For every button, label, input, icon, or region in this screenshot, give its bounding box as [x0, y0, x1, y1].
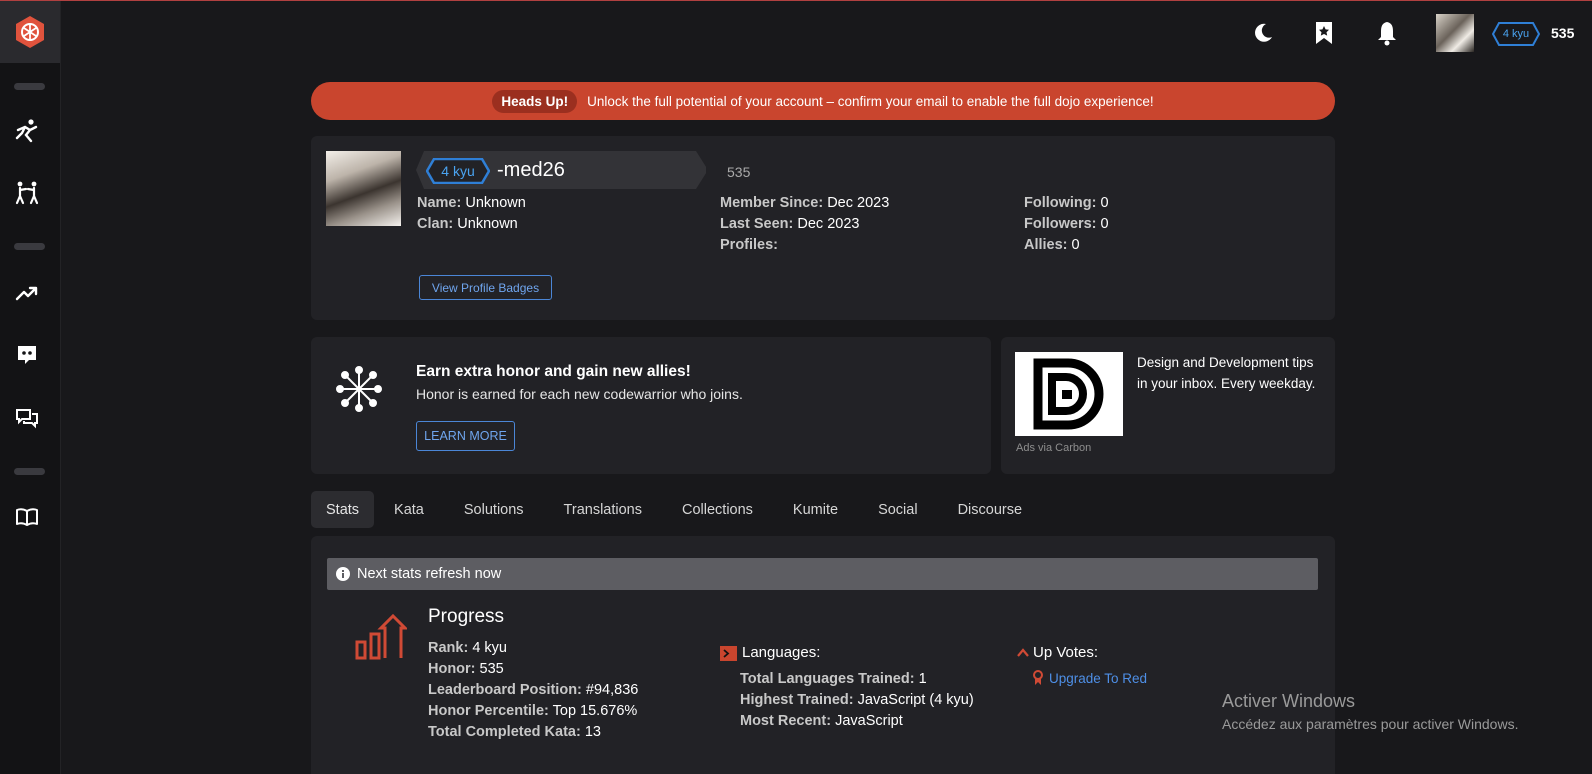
leaderboard-label: Leaderboard Position: — [428, 682, 582, 698]
profile-rank-badge: 4 kyu — [426, 158, 490, 184]
profile-card: 4 kyu -med26 535 Name: Unknown Clan: Unk… — [311, 136, 1335, 320]
tab-collections[interactable]: Collections — [662, 491, 773, 528]
progress-title: Progress — [428, 606, 505, 627]
allies-value: 0 — [1071, 237, 1080, 253]
codewars-logo[interactable] — [0, 1, 60, 63]
tab-translations[interactable]: Translations — [544, 491, 662, 528]
languages-title: Languages: — [742, 644, 821, 661]
percentile-label: Honor Percentile: — [428, 703, 549, 719]
discussions-icon[interactable] — [13, 405, 41, 433]
languages-details: Total Languages Trained: 1 Highest Train… — [740, 669, 974, 732]
promo-subtitle: Honor is earned for each new codewarrior… — [416, 386, 743, 402]
carbon-ad-card: Design and Development tips in your inbo… — [1001, 337, 1335, 474]
followers-label: Followers: — [1024, 216, 1097, 232]
completed-kata-value: 13 — [584, 724, 601, 740]
ribbon-icon — [1033, 670, 1043, 685]
leaderboard-value: #94,836 — [585, 682, 639, 698]
leaderboard-icon[interactable] — [13, 279, 41, 307]
bell-icon[interactable] — [1373, 17, 1401, 49]
profile-honor: 535 — [727, 164, 751, 180]
referral-promo-card: Earn extra honor and gain new allies! Ho… — [311, 337, 991, 474]
view-profile-badges-button[interactable]: View Profile Badges — [419, 275, 552, 300]
profile-rank-label: 4 kyu — [441, 163, 475, 179]
tab-kumite[interactable]: Kumite — [773, 491, 858, 528]
upgrade-to-red-link[interactable]: Upgrade To Red — [1049, 671, 1147, 686]
promo-title: Earn extra honor and gain new allies! — [416, 363, 691, 380]
top-accent-line — [0, 0, 1592, 1]
network-icon — [336, 366, 382, 412]
email-confirm-banner: Heads Up! Unlock the full potential of y… — [311, 82, 1335, 120]
highest-trained-label: Highest Trained: — [740, 692, 854, 708]
heads-up-tag: Heads Up! — [492, 89, 578, 113]
clan-label: Clan: — [417, 216, 454, 232]
highest-trained-value: JavaScript (4 kyu) — [857, 692, 974, 708]
profile-avatar — [326, 151, 401, 226]
banner-message: Unlock the full potential of your accoun… — [587, 93, 1154, 109]
sidebar-divider — [14, 83, 45, 90]
profile-info-col1: Name: Unknown Clan: Unknown — [417, 193, 526, 235]
windows-watermark-subtitle: Accédez aux paramètres pour activer Wind… — [1222, 716, 1519, 732]
info-icon — [336, 567, 350, 581]
discord-icon[interactable] — [13, 341, 41, 369]
tab-solutions[interactable]: Solutions — [444, 491, 544, 528]
member-since-label: Member Since: — [720, 195, 824, 211]
profile-info-col2: Member Since: Dec 2023 Last Seen: Dec 20… — [720, 193, 889, 256]
logo-icon — [16, 16, 44, 48]
top-rank-label: 4 kyu — [1502, 28, 1530, 40]
languages-trained-value: 1 — [918, 671, 927, 687]
allies-label: Allies: — [1024, 237, 1068, 253]
bookmark-icon[interactable] — [1310, 17, 1338, 49]
learn-more-button[interactable]: LEARN MORE — [416, 421, 515, 451]
last-seen-label: Last Seen: — [720, 216, 794, 232]
profiles-label: Profiles: — [720, 237, 779, 253]
tab-social[interactable]: Social — [858, 491, 938, 528]
sidebar-divider — [14, 243, 45, 250]
tab-stats[interactable]: Stats — [311, 491, 375, 528]
languages-trained-label: Total Languages Trained: — [740, 671, 915, 687]
languages-icon — [720, 646, 737, 661]
docs-icon[interactable] — [13, 503, 41, 531]
tab-kata[interactable]: Kata — [374, 491, 444, 528]
sidebar-divider — [14, 468, 45, 475]
top-rank-badge[interactable]: 4 kyu — [1492, 22, 1540, 46]
rank-label: Rank: — [428, 640, 469, 656]
training-icon[interactable] — [13, 117, 41, 145]
followers-value: 0 — [1100, 216, 1109, 232]
honor-value: 535 — [479, 661, 504, 677]
completed-kata-label: Total Completed Kata: — [428, 724, 581, 740]
stats-panel: Next stats refresh now Progress Rank: 4 … — [311, 536, 1335, 774]
progress-details: Rank: 4 kyu Honor: 535 Leaderboard Posit… — [428, 638, 638, 743]
rank-value: 4 kyu — [472, 640, 507, 656]
progress-chart-icon — [355, 614, 407, 660]
sidebar — [0, 1, 61, 774]
profile-info-col3: Following: 0 Followers: 0 Allies: 0 — [1024, 193, 1109, 256]
clan-value: Unknown — [457, 216, 518, 232]
chevron-up-icon — [1017, 648, 1029, 657]
windows-watermark-title: Activer Windows — [1222, 691, 1356, 711]
member-since-value: Dec 2023 — [827, 195, 890, 211]
username: -med26 — [497, 159, 565, 181]
last-seen-value: Dec 2023 — [797, 216, 860, 232]
most-recent-label: Most Recent: — [740, 713, 832, 729]
top-honor-value: 535 — [1551, 25, 1575, 41]
ad-logo-icon — [1033, 358, 1104, 430]
ad-image[interactable] — [1015, 352, 1123, 436]
most-recent-value: JavaScript — [835, 713, 903, 729]
moon-icon[interactable] — [1249, 17, 1277, 49]
tab-discourse[interactable]: Discourse — [938, 491, 1042, 528]
upvotes-title: Up Votes: — [1033, 644, 1099, 661]
name-value: Unknown — [465, 195, 526, 211]
name-label: Name: — [417, 195, 462, 211]
following-label: Following: — [1024, 195, 1097, 211]
percentile-value: Top 15.676% — [552, 703, 638, 719]
refresh-text: Next stats refresh now — [357, 566, 502, 582]
stats-refresh-notice: Next stats refresh now — [327, 558, 1318, 590]
ads-via-carbon-link[interactable]: Ads via Carbon — [1016, 442, 1091, 454]
following-value: 0 — [1100, 195, 1109, 211]
ad-text[interactable]: Design and Development tips in your inbo… — [1137, 352, 1322, 394]
profile-tabs: Stats Kata Solutions Translations Collec… — [311, 491, 1042, 528]
kumite-icon[interactable] — [13, 179, 41, 207]
user-avatar[interactable] — [1436, 14, 1474, 52]
honor-label: Honor: — [428, 661, 476, 677]
